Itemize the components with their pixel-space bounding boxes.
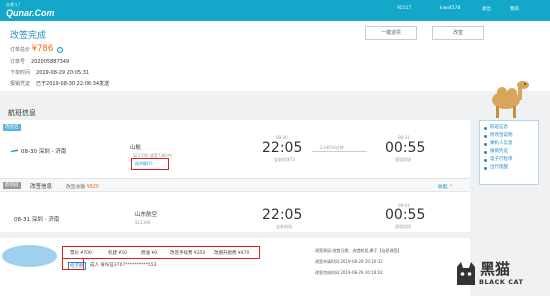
collapse-link[interactable]: 收起 ⌃: [438, 183, 453, 190]
page-title: 改签完成: [10, 31, 47, 41]
order-number-value: 202005887349: [31, 59, 70, 65]
change-fee: 改签总额 ¥820: [66, 183, 99, 190]
order-total: 订单总价 ¥786 ?: [10, 44, 63, 54]
booking-time: 下单时间 2019-08-29 20:05:31: [10, 69, 89, 76]
departure-airport: 宝安机场T3: [274, 157, 295, 162]
original-flight-tag: 原航班: [3, 182, 21, 189]
logo-brand: Qunar.Com: [6, 8, 55, 18]
question-icon[interactable]: ?: [56, 46, 63, 53]
side-nav-reimburse[interactable]: 报销凭证: [480, 148, 538, 156]
watermark-en: BLACK CAT: [479, 278, 524, 286]
booking-time-value: 2019-08-29 20:05:31: [36, 70, 90, 76]
original-departure-airport: 宝安机场: [276, 224, 292, 229]
collapse-label: 收起: [438, 185, 448, 190]
departure-time: 22:05: [262, 140, 303, 156]
reimburse-value: 已于2019-08-30 22:06:34发送: [36, 81, 110, 87]
arrival-time: 00:55: [385, 140, 426, 156]
fare-highlight-box: [62, 246, 260, 259]
original-departure-time: 22:05: [262, 207, 303, 223]
change-info-title: 改签信息: [30, 184, 53, 190]
masked-blur: [2, 245, 57, 267]
logout-link[interactable]: 退出: [482, 6, 491, 12]
order-number: 订单号 202005887349: [10, 58, 69, 65]
change-button[interactable]: 改签: [432, 26, 484, 40]
original-airline: 山东航空: [135, 212, 158, 218]
change-fee-label: 改签总额: [66, 185, 86, 190]
change-apply-time: 改签申请时间:2019-08-29 20:10:32: [315, 259, 383, 264]
side-nav-passenger-info[interactable]: 乘机人信息: [480, 140, 538, 148]
flight-date-route: 08-30 深圳 - 济南: [21, 149, 67, 155]
side-nav-change-notes[interactable]: 原改签说明: [480, 132, 538, 140]
username-link[interactable]: kiwi4578: [440, 6, 460, 11]
original-arrival-airport: 遥墙机场: [395, 224, 411, 229]
refund-button[interactable]: 一键退票: [365, 26, 417, 40]
change-reason: 改签原因:选错日期、选错航班,属于【自愿改签】: [315, 248, 402, 253]
original-flight-number: SC1190: [135, 220, 151, 225]
chevron-up-icon: ⌃: [449, 185, 454, 190]
original-arrival-time: 00:55: [385, 207, 426, 223]
after-change-tag: 改签后: [3, 124, 21, 131]
qunar-logo[interactable]: 去哪儿? Qunar.Com: [6, 2, 55, 18]
reimburse-label: 报销凭证: [10, 81, 31, 87]
black-cat-watermark: 黑猫 BLACK CAT: [455, 255, 547, 295]
cat-logo-icon: [457, 262, 475, 285]
change-complete-time: 改签完成时间:2019-08-29 20:18:02: [315, 270, 383, 275]
order-number-label: 订单号: [10, 59, 26, 65]
watermark-cn: 黑猫: [480, 260, 511, 278]
economy-highlight-box: [62, 258, 84, 270]
order-total-value: ¥786: [31, 44, 54, 54]
side-nav-travel-reminder[interactable]: 出行提醒: [480, 164, 538, 172]
plane-icon: [10, 148, 18, 156]
camel-mascot-icon: [482, 78, 532, 122]
booking-time-label: 下单时间: [10, 70, 31, 76]
side-nav-itinerary[interactable]: 电子行程单: [480, 156, 538, 164]
reimburse-voucher: 报销凭证 已于2019-08-30 22:06:34发送: [10, 80, 109, 87]
order-total-label: 订单总价: [10, 47, 31, 53]
original-date-route: 08-31 深圳 - 济南: [14, 217, 60, 223]
change-fee-value: ¥820: [86, 185, 99, 190]
airline-name: 山航: [130, 145, 142, 151]
flight-section-title: 航班信息: [8, 109, 36, 117]
side-nav-flight-info[interactable]: 航班信息: [480, 124, 538, 132]
my-link[interactable]: 我的: [510, 6, 519, 12]
arrival-airport: 遥墙机场: [395, 157, 411, 162]
side-nav: 航班信息 原改签说明 乘机人信息 报销凭证 电子行程单 出行提醒: [479, 120, 539, 185]
cabin-highlight-box: [131, 158, 169, 170]
logo-slogan: 去哪儿?: [6, 2, 21, 7]
passenger-info: 成人 身份证3707**********553: [90, 263, 157, 268]
duration-line: [312, 151, 367, 152]
top-bar: 去哪儿? Qunar.Com 95117 kiwi4578 退出 我的: [0, 0, 550, 21]
hotline: 95117: [397, 6, 412, 11]
